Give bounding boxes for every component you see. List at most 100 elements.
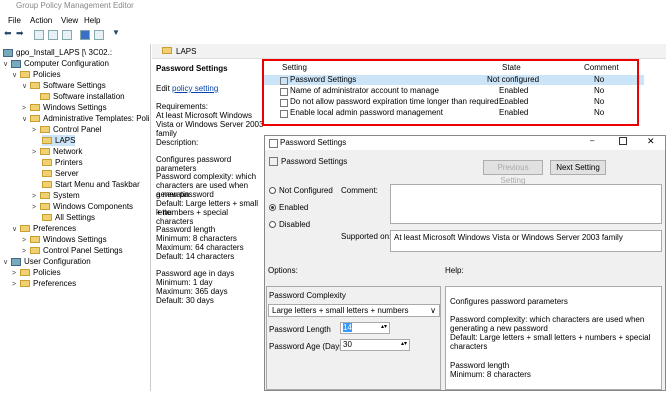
tree-item[interactable]: > Control Panel Settings [22,245,123,256]
desc-line: Password age in days [156,269,235,278]
help-label: Help: [445,266,464,275]
spinner-arrows-icon[interactable]: ▴▾ [381,323,387,330]
help-icon[interactable] [80,30,90,40]
comment-field[interactable] [390,184,662,224]
radio-icon [269,221,276,229]
desc-line: Minimum: 8 characters [156,234,237,243]
tree-item[interactable]: ∨ Preferences [12,223,76,234]
tree-item[interactable]: ∨ Software Settings [22,80,106,91]
tree-item[interactable]: ∨ User Configuration [3,256,91,267]
menu-view[interactable]: View [61,16,78,25]
desc-req-text: At least Microsoft Windows Vista or Wind… [156,111,264,138]
folder-header-title: LAPS [176,47,197,56]
close-icon[interactable]: ✕ [647,136,655,147]
radio-icon [269,187,276,195]
dialog-title-bar: Password Settings – ✕ [265,136,665,150]
folder-icon [30,236,40,244]
tree-item[interactable]: > Network [32,146,82,157]
chevron-down-icon: ∨ [430,306,436,315]
desc-line: Maximum: 64 characters [156,243,244,252]
toolbar: ⬅ ➡ ▼ [0,28,666,42]
radio-not-configured[interactable]: Not Configured [269,186,333,195]
folder-icon [20,71,30,79]
supported-on-field: At least Microsoft Windows Vista or Wind… [390,230,662,252]
age-spinner[interactable]: 30 ▴▾ [340,339,410,351]
tree-item[interactable]: Start Menu and Taskbar [42,179,140,190]
export-list-icon[interactable] [62,30,72,40]
desc-line: + numbers + special characters [156,208,229,226]
help-line: Configures password parameters [450,297,568,306]
tree-item[interactable]: Server [42,168,79,179]
gpo-icon [3,48,13,57]
maximize-icon[interactable] [619,137,627,145]
desc-line: Configures password parameters [156,155,232,173]
complexity-select[interactable]: Large letters + small letters + numbers ∨ [268,304,440,317]
folder-header: LAPS [152,44,666,59]
window-title: Group Policy Management Editor [16,1,134,10]
tree-item[interactable]: > Windows Settings [22,102,107,113]
radio-disabled[interactable]: Disabled [269,220,310,229]
tree-item[interactable]: ∨ Policies [12,69,61,80]
folder-icon [20,280,30,288]
folder-icon [20,225,30,233]
menu-help[interactable]: Help [84,16,100,25]
desc-line: Default: 30 days [156,296,214,305]
tree-item[interactable]: > System [32,190,80,201]
folder-icon [162,47,172,54]
desc-line: Maximum: 365 days [156,287,228,296]
policy-icon [269,157,278,166]
complexity-label: Password Complexity [269,291,346,300]
help-line: Default: Large letters + small letters +… [450,333,651,342]
tree-item[interactable]: ∨ Computer Configuration [3,58,109,69]
folder-icon [20,269,30,277]
next-setting-button[interactable]: Next Setting [550,160,606,175]
desc-title: Password Settings [156,64,228,73]
help-line: generating a new password [450,324,548,333]
tree-item[interactable]: ∨ Administrative Templates: Polic [22,113,150,124]
spinner-arrows-icon[interactable]: ▴▾ [401,340,407,347]
properties-icon[interactable] [94,30,104,40]
minimize-icon[interactable]: – [590,136,594,145]
show-tree-icon[interactable] [48,30,58,40]
desc-line: Minimum: 1 day [156,278,213,287]
previous-setting-button[interactable]: Previous Setting [483,160,543,185]
forward-icon[interactable]: ➡ [16,28,26,38]
folder-icon [30,104,40,112]
dialog-title: Password Settings [280,138,347,147]
tree-item[interactable]: Printers [42,157,83,168]
tree-item[interactable]: > Control Panel [32,124,101,135]
age-label: Password Age (Days) [269,342,346,351]
folder-icon [40,126,50,134]
folder-icon [40,203,50,211]
highlight-box [262,59,639,126]
tree-item[interactable]: > Preferences [12,278,76,289]
desc-line: Default: 14 characters [156,252,235,261]
menu-file[interactable]: File [8,16,21,25]
up-folder-icon[interactable] [34,30,44,40]
tree-item[interactable]: > Windows Settings [22,234,107,245]
folder-icon [42,137,52,145]
length-spinner[interactable]: 14 ▴▾ [340,322,390,334]
radio-selected-icon [269,204,276,212]
computer-icon [11,59,21,68]
policy-icon [269,139,278,148]
desc-edit: Edit policy setting [156,84,219,93]
filter-icon[interactable]: ▼ [112,28,122,38]
tree-item[interactable]: Software installation [40,91,125,102]
back-icon[interactable]: ⬅ [4,28,14,38]
tree-item-laps[interactable]: LAPS [42,135,76,146]
help-panel: Configures password parameters Password … [445,286,662,390]
menu-action[interactable]: Action [30,16,52,25]
tree-item[interactable]: > Windows Components [32,201,133,212]
folder-icon [42,170,52,178]
tree-item[interactable]: All Settings [42,212,95,223]
menu-bar: File Action View Help [0,14,666,28]
radio-enabled[interactable]: Enabled [269,203,308,212]
supported-label: Supported on: [341,232,392,241]
tree-root[interactable]: gpo_Install_LAPS [\ 3C02.: [3,47,112,58]
edit-policy-link[interactable]: policy setting [172,84,218,93]
comment-label: Comment: [341,186,378,195]
tree-item[interactable]: > Policies [12,267,61,278]
folder-icon [30,247,40,255]
description-pane: Password Settings Edit policy setting Re… [152,58,264,405]
